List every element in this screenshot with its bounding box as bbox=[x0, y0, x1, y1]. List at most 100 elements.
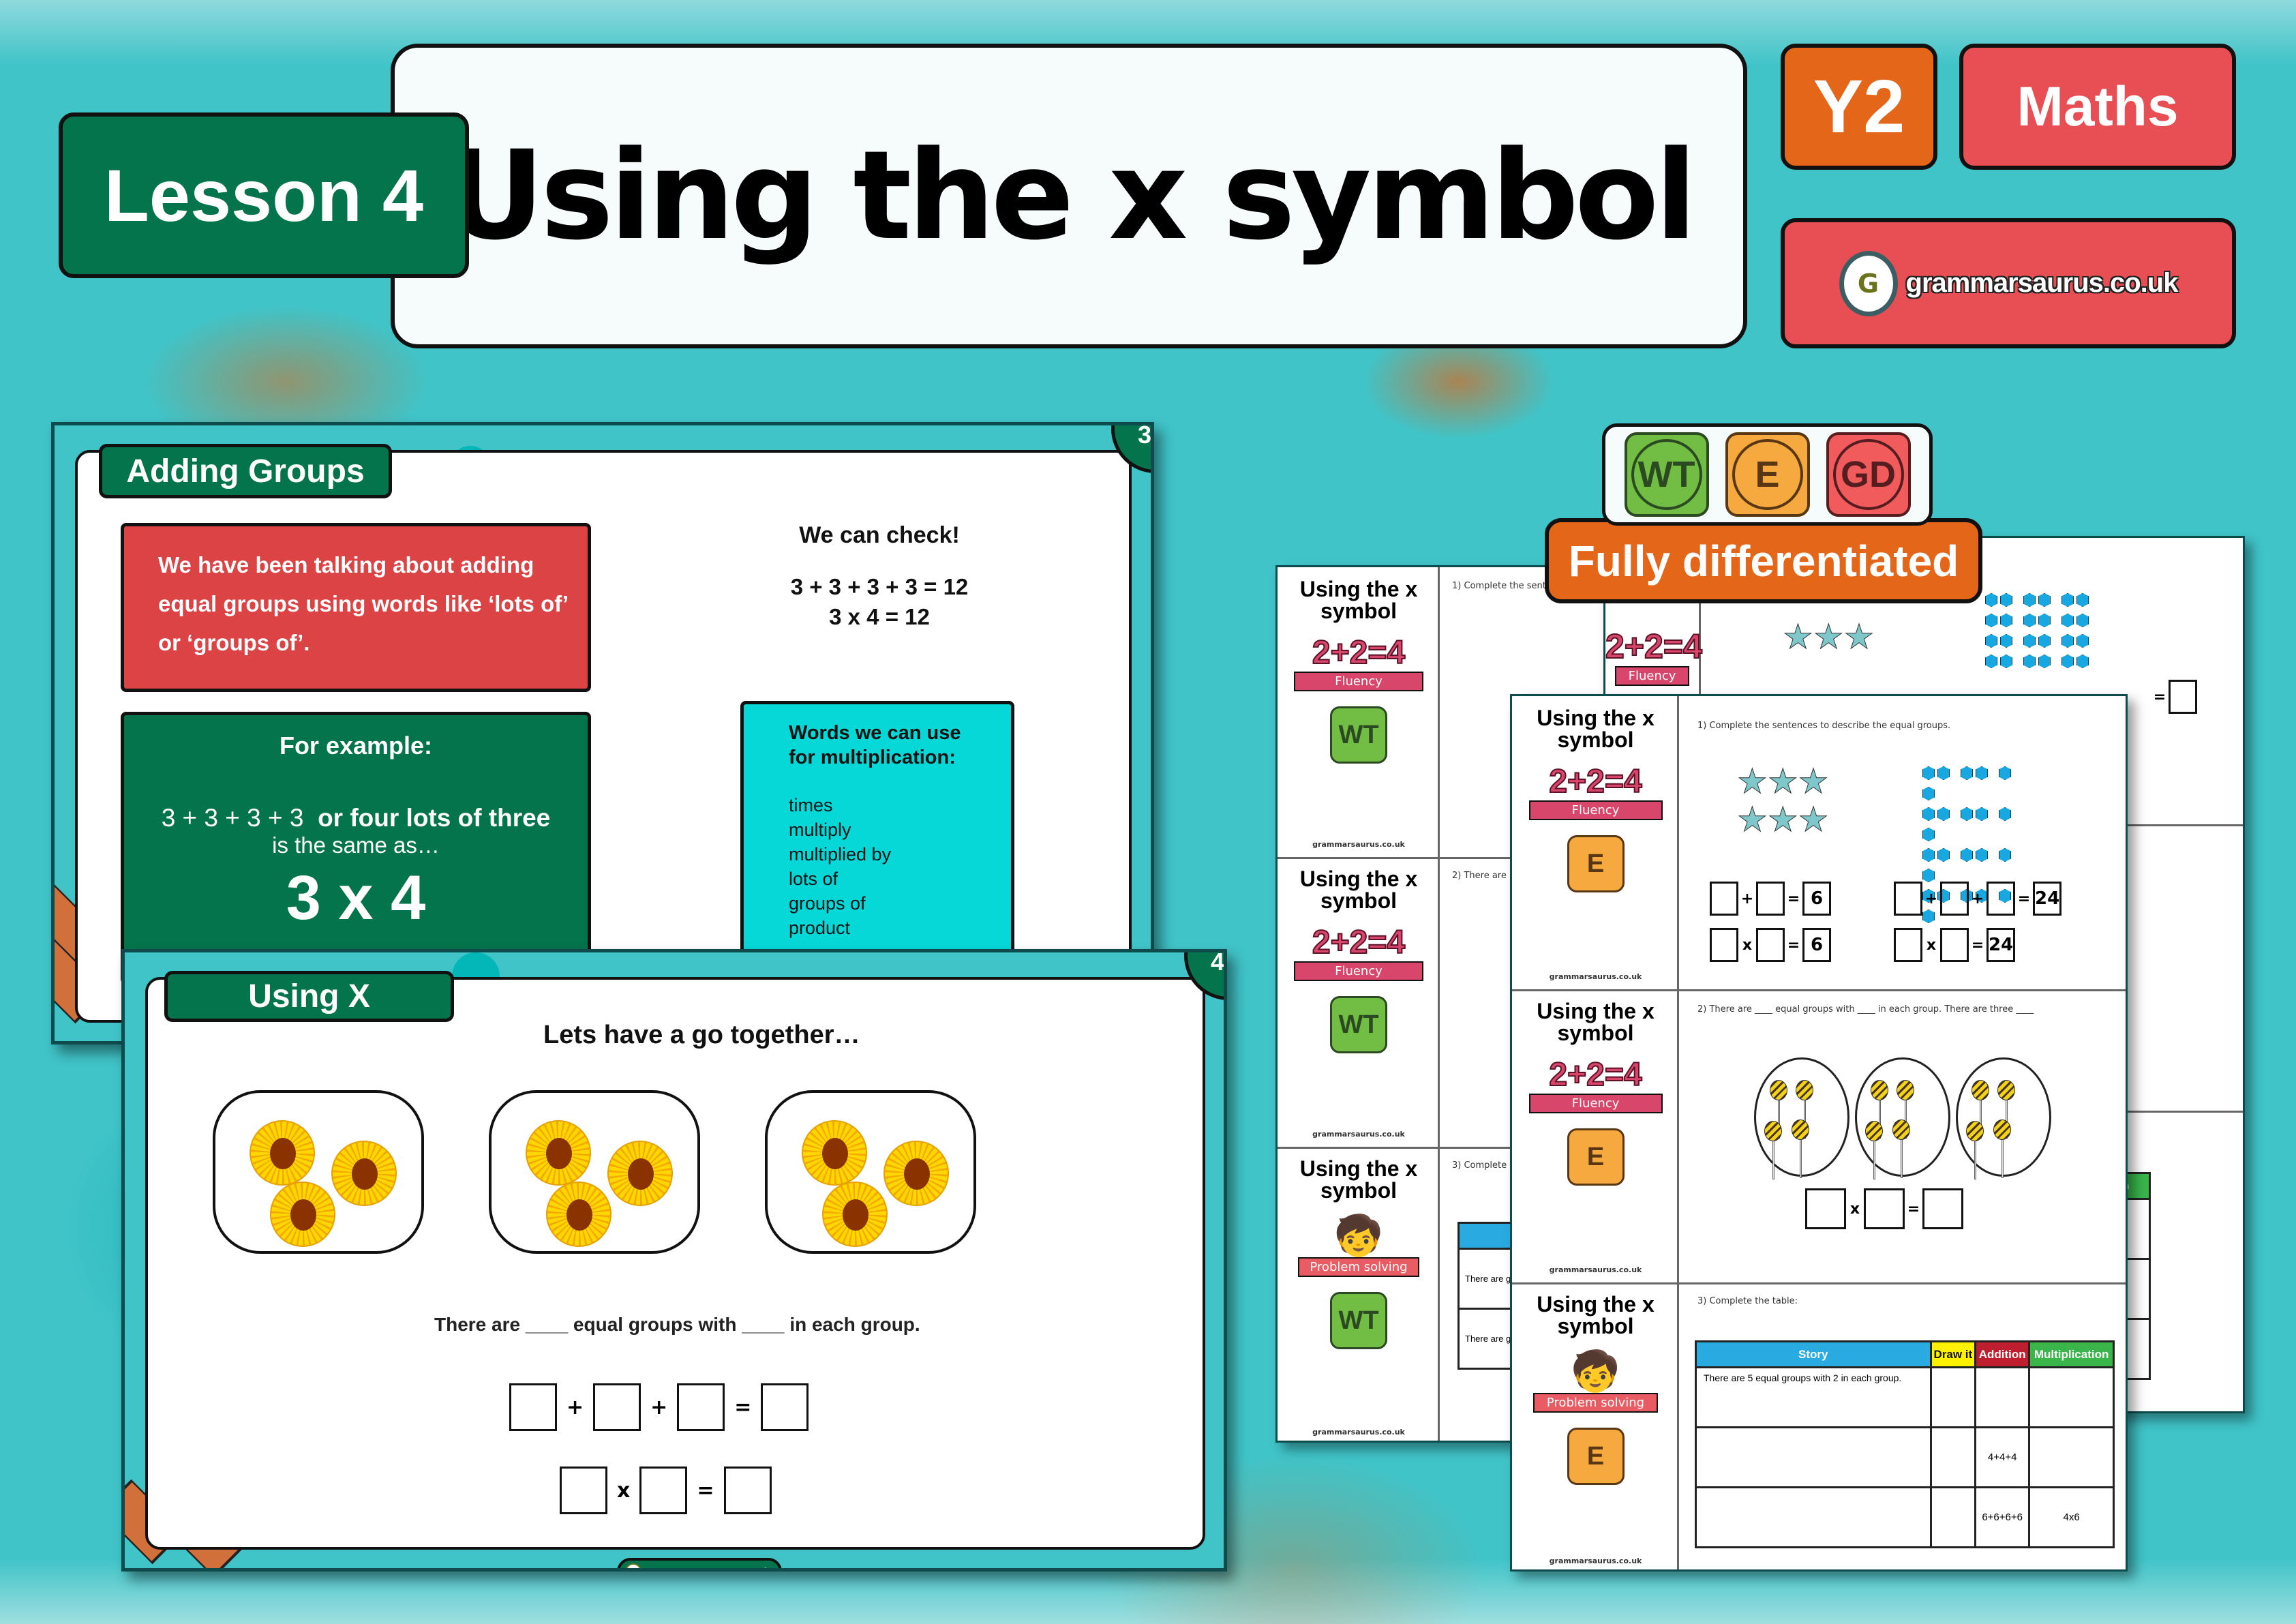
table-header: Multiplication bbox=[2028, 1340, 2115, 1368]
worksheet-title: Using the x bbox=[1537, 999, 1655, 1023]
answer-box[interactable] bbox=[1710, 928, 1738, 962]
cube-icon bbox=[1937, 766, 1950, 780]
cube-icon bbox=[2061, 655, 2074, 668]
cube-icon bbox=[2061, 634, 2074, 648]
lollipop-icon bbox=[1792, 1119, 1809, 1140]
operator: x bbox=[1849, 1200, 1860, 1218]
answer-box[interactable] bbox=[677, 1383, 725, 1431]
answer-box[interactable] bbox=[1805, 1188, 1846, 1229]
answer-box[interactable]: = bbox=[2151, 680, 2197, 714]
slide-tag: Using X bbox=[164, 971, 454, 1022]
answer-box[interactable] bbox=[509, 1383, 557, 1431]
lollipop-stick bbox=[2002, 1137, 2004, 1178]
table-cell[interactable] bbox=[1974, 1366, 2031, 1428]
lollipop-icon bbox=[1865, 1121, 1883, 1141]
cube-icon bbox=[1976, 766, 1988, 780]
answer-box[interactable] bbox=[1922, 1188, 1963, 1229]
worksheet-cell-label: Using the x symbol 2+2=4 Fluency WT grammarsa… bbox=[1278, 567, 1440, 857]
grammarsaurus-logo-icon: G bbox=[1839, 250, 1898, 316]
site-label: grammarsaurus.co.uk bbox=[1312, 1428, 1405, 1437]
cube-icon bbox=[1961, 848, 1973, 862]
grammarsaurus-logo-icon bbox=[625, 1563, 641, 1568]
flower-group bbox=[213, 1090, 424, 1254]
slide-content: Lets have a go together… There are ____ … bbox=[145, 977, 1205, 1568]
answer-box[interactable] bbox=[1940, 882, 1969, 916]
fluency-label: Fluency bbox=[1293, 961, 1424, 981]
table-header: Addition bbox=[1974, 1340, 2031, 1368]
footer-link[interactable]: www.grammarsaurus.co.uk bbox=[617, 1558, 782, 1568]
table-cell[interactable] bbox=[1929, 1486, 1977, 1548]
worksheet-title: symbol bbox=[1557, 727, 1634, 752]
answer-box[interactable] bbox=[1756, 928, 1785, 962]
answer-box[interactable] bbox=[1756, 882, 1785, 916]
vocabulary-word: multiply bbox=[789, 819, 851, 840]
answer-box[interactable] bbox=[1894, 882, 1922, 916]
table-cell[interactable] bbox=[1929, 1366, 1977, 1428]
cube-icon bbox=[1922, 848, 1935, 862]
answer-box[interactable] bbox=[1987, 882, 2015, 916]
fluency-label: Fluency bbox=[1528, 800, 1663, 820]
brand-badge[interactable]: G grammarsaurus.co.uk bbox=[1781, 218, 2236, 348]
equation-a: + = 6 bbox=[1710, 882, 1831, 916]
check-equation: 3 + 3 + 3 + 3 = 12 bbox=[790, 574, 969, 599]
answer-box[interactable] bbox=[1710, 882, 1738, 916]
problem-solving-label: Problem solving bbox=[1532, 1393, 1659, 1413]
table-cell[interactable] bbox=[2028, 1366, 2115, 1428]
worksheet-title: symbol bbox=[1320, 1178, 1398, 1203]
operator: = bbox=[734, 1395, 752, 1419]
example-line: 3 + 3 + 3 + 3 or four lots of three bbox=[124, 804, 588, 832]
fluency-label: Fluency bbox=[1293, 672, 1424, 691]
answer-box[interactable] bbox=[560, 1467, 607, 1514]
example-sum: 3 + 3 + 3 + 3 bbox=[161, 804, 304, 832]
answer-box[interactable] bbox=[593, 1383, 641, 1431]
cube-icon bbox=[2000, 634, 2012, 648]
star-row: ★★★ bbox=[1736, 762, 1829, 801]
fluency-label: Fluency bbox=[1614, 666, 1690, 686]
worksheet-title: symbol bbox=[1320, 599, 1398, 623]
answer-box[interactable] bbox=[639, 1467, 688, 1514]
result-box: 24 bbox=[1987, 928, 2015, 962]
flower-group bbox=[765, 1090, 976, 1254]
answer-box[interactable] bbox=[1940, 928, 1969, 962]
cube-row bbox=[1921, 805, 2016, 846]
cube-icon bbox=[1922, 807, 1935, 821]
story-table: Story Draw it Addition Multiplication There … bbox=[1695, 1340, 2115, 1548]
cube-icon bbox=[1985, 655, 1997, 668]
vocabulary-word: groups of bbox=[789, 893, 866, 914]
fluency-icon: 2+2=4 bbox=[1548, 763, 1642, 800]
vocabulary-word: times bbox=[789, 795, 833, 815]
lollipop-icon bbox=[1892, 1119, 1910, 1140]
lollipop-icon bbox=[1871, 1080, 1888, 1100]
table-cell[interactable] bbox=[1695, 1426, 1932, 1488]
cube-icon bbox=[1922, 869, 1935, 882]
answer-box[interactable] bbox=[1864, 1188, 1905, 1229]
table-row: 6+6+6+6 4x6 bbox=[1695, 1486, 2115, 1548]
worksheet-cell-label: Using the x symbol 🧒 Problem solving WT gramm… bbox=[1278, 1147, 1440, 1441]
example-heading: For example: bbox=[279, 732, 433, 760]
cube-icon bbox=[2061, 593, 2074, 607]
lollipop-icon bbox=[1993, 1119, 2011, 1140]
table-cell[interactable] bbox=[1695, 1486, 1932, 1548]
lollipop-icon bbox=[1966, 1121, 1984, 1141]
cube-row bbox=[1984, 591, 2120, 612]
table-cell[interactable] bbox=[1929, 1426, 1977, 1488]
cubes-group bbox=[1984, 591, 2120, 673]
answer-box[interactable] bbox=[1894, 928, 1922, 962]
question-text: 2) There are bbox=[1452, 871, 1507, 881]
answer-box[interactable] bbox=[723, 1467, 772, 1514]
e-badge: E bbox=[1567, 1428, 1625, 1485]
slide-4: Lets have a go together… There are ____ … bbox=[121, 949, 1227, 1572]
cube-row bbox=[1921, 846, 2016, 887]
cube-icon bbox=[2076, 593, 2089, 607]
cube-icon bbox=[1976, 807, 1988, 821]
worksheet-title: symbol bbox=[1557, 1021, 1634, 1045]
answer-box[interactable] bbox=[761, 1383, 809, 1431]
slide-tag: Adding Groups bbox=[99, 444, 392, 498]
worksheet-title: Using the x bbox=[1537, 706, 1655, 730]
cube-icon bbox=[2038, 634, 2051, 648]
worksheet-title: Using the x bbox=[1537, 1292, 1655, 1317]
table-cell[interactable] bbox=[2028, 1426, 2115, 1488]
operator: + bbox=[650, 1395, 668, 1419]
star-row: ★★★ bbox=[1736, 800, 1829, 839]
cube-icon bbox=[2076, 614, 2089, 627]
